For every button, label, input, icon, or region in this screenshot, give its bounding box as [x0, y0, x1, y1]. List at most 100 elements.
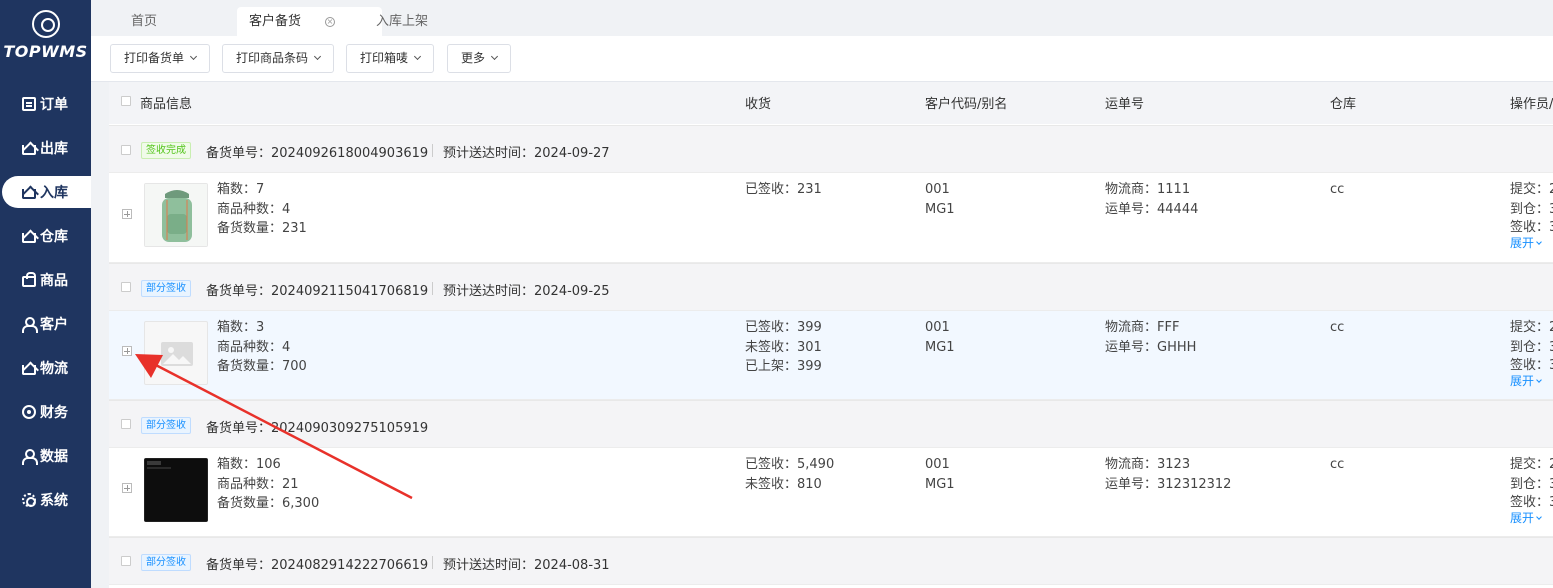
customer-alias: MG1 — [925, 201, 955, 217]
status-badge: 部分签收 — [141, 280, 191, 297]
sign-time: 签收：3 — [1510, 495, 1553, 510]
sidebar-item-label: 财务 — [40, 405, 68, 421]
expand-row-button[interactable] — [122, 483, 132, 493]
sidebar-item-label: 商品 — [40, 273, 68, 289]
warehouse: cc — [1330, 320, 1345, 335]
sidebar-item-warehouse[interactable]: 仓库 — [0, 214, 91, 258]
group-checkbox[interactable] — [121, 145, 131, 155]
sidebar-item-products[interactable]: 商品 — [0, 258, 91, 302]
arrival-time: 到仓：3 — [1510, 201, 1553, 217]
sidebar-nav: 订单 出库 入库 仓库 商品 客户 物流 财务 数据 系统 — [0, 82, 91, 522]
house-icon — [22, 233, 36, 243]
sidebar-item-inbound[interactable]: 入库 — [2, 176, 91, 208]
tab-customer-stock[interactable]: 客户备货 × — [237, 7, 382, 36]
column-header: 商品信息 — [140, 97, 193, 112]
order-number: 备货单号：2024090309275105919 — [206, 421, 429, 436]
stock-quantity: 备货数量：700 — [217, 359, 307, 374]
sidebar-item-outbound[interactable]: 出库 — [0, 126, 91, 170]
sidebar-item-customers[interactable]: 客户 — [0, 302, 91, 346]
order-number: 备货单号：2024092115041706819 — [206, 284, 429, 299]
document-icon — [22, 97, 36, 111]
stock-table: 商品信息 收货 客户代码/别名 运单号 仓库 操作员/ 签收完成 备货单号：20… — [109, 82, 1553, 588]
tab-label: 首页 — [131, 14, 158, 29]
chevron-down-icon — [313, 52, 322, 61]
column-header: 收货 — [745, 97, 772, 112]
expand-link[interactable]: 展开 — [1510, 236, 1553, 251]
product-thumbnail — [144, 183, 208, 247]
shelved-count: 已上架：399 — [745, 359, 822, 374]
received-count: 已签收：399 — [745, 320, 822, 335]
logo[interactable]: TOPWMS — [0, 10, 91, 61]
table-row: 箱数：3 商品种数：4 备货数量：700 已签收：399 未签收：301 已上架… — [109, 311, 1553, 400]
unreceived-count: 未签收：810 — [745, 476, 822, 492]
tab-inbound-shelving[interactable]: 入库上架 — [364, 7, 440, 36]
sidebar-item-system[interactable]: 系统 — [0, 478, 91, 522]
user-icon — [22, 317, 38, 333]
customer-code: 001 — [925, 182, 950, 197]
waybill-info: 物流商：FFF 运单号：GHHH — [1105, 318, 1196, 357]
select-all-checkbox[interactable] — [121, 96, 131, 106]
eta: 预计送达时间：2024-09-25 — [443, 284, 610, 299]
waybill-number: 运单号：44444 — [1105, 201, 1199, 217]
waybill-number: 运单号：GHHH — [1105, 339, 1197, 355]
eta: 预计送达时间：2024-09-27 — [443, 146, 610, 161]
expand-label: 展开 — [1510, 511, 1535, 525]
sku-count: 商品种数：4 — [217, 201, 291, 217]
group-header: 部分签收 备货单号：2024090309275105919 — [109, 400, 1553, 448]
sidebar-item-finance[interactable]: 财务 — [0, 390, 91, 434]
expand-label: 展开 — [1510, 236, 1535, 250]
sidebar-item-label: 仓库 — [40, 229, 68, 245]
tab-bar: 首页 客户备货 × 入库上架 — [91, 0, 1553, 36]
more-button[interactable]: 更多 — [447, 44, 512, 73]
chevron-down-icon — [1536, 239, 1542, 245]
submit-time: 提交：2 — [1510, 182, 1553, 197]
operator-info: 提交：2 到仓：3 签收：3 展开 — [1510, 180, 1553, 251]
arrival-time: 到仓：3 — [1510, 476, 1553, 492]
receive-info: 已签收：5,490 未签收：810 — [745, 455, 834, 494]
group-header: 签收完成 备货单号：2024092618004903619 预计送达时间：202… — [109, 125, 1553, 173]
toolbar: 打印备货单 打印商品条码 打印箱唛 更多 — [91, 36, 1553, 82]
sidebar-item-label: 客户 — [40, 317, 68, 333]
print-stock-order-button[interactable]: 打印备货单 — [110, 44, 211, 73]
waybill-info: 物流商：3123 运单号：312312312 — [1105, 455, 1231, 494]
group-checkbox[interactable] — [121, 419, 131, 429]
sidebar-item-logistics[interactable]: 物流 — [0, 346, 91, 390]
expand-link[interactable]: 展开 — [1510, 511, 1553, 526]
warehouse: cc — [1330, 182, 1345, 197]
house-icon — [22, 189, 36, 199]
customer-info: 001 MG1 — [925, 455, 955, 494]
group-checkbox[interactable] — [121, 556, 131, 566]
arrival-time: 到仓：3 — [1510, 339, 1553, 355]
box-count: 箱数：106 — [217, 457, 281, 472]
sidebar-item-label: 订单 — [40, 97, 68, 113]
tab-home[interactable]: 首页 — [119, 7, 169, 36]
warehouse: cc — [1330, 457, 1345, 472]
status-badge: 部分签收 — [141, 554, 191, 571]
expand-row-button[interactable] — [122, 346, 132, 356]
chevron-down-icon — [1536, 377, 1542, 383]
expand-row-button[interactable] — [122, 209, 132, 219]
customer-code: 001 — [925, 320, 950, 335]
button-label: 打印箱唛 — [360, 51, 409, 65]
box-count: 箱数：3 — [217, 320, 265, 335]
sidebar-item-label: 数据 — [40, 449, 68, 465]
bag-icon — [22, 272, 36, 287]
column-header: 仓库 — [1330, 97, 1357, 112]
order-number: 备货单号：2024092618004903619 — [206, 146, 429, 161]
print-box-label-button[interactable]: 打印箱唛 — [346, 44, 435, 73]
sidebar: TOPWMS 订单 出库 入库 仓库 商品 客户 物流 财务 数据 系统 — [0, 0, 91, 588]
sidebar-item-orders[interactable]: 订单 — [0, 82, 91, 126]
image-placeholder — [144, 321, 208, 385]
group-checkbox[interactable] — [121, 282, 131, 292]
expand-link[interactable]: 展开 — [1510, 374, 1553, 389]
sidebar-item-data[interactable]: 数据 — [0, 434, 91, 478]
tab-label: 客户备货 — [249, 14, 302, 29]
table-row: 箱数：7 商品种数：4 备货数量：231 已签收：231 001 MG1 物流商… — [109, 173, 1553, 263]
carrier: 物流商：3123 — [1105, 457, 1191, 472]
sign-time: 签收：3 — [1510, 220, 1553, 235]
goods-info: 箱数：106 商品种数：21 备货数量：6,300 — [217, 455, 319, 514]
order-number: 备货单号：2024082914222706619 — [206, 558, 429, 573]
receive-info: 已签收：399 未签收：301 已上架：399 — [745, 318, 822, 377]
print-barcode-button[interactable]: 打印商品条码 — [222, 44, 335, 73]
close-icon[interactable]: × — [325, 16, 336, 27]
